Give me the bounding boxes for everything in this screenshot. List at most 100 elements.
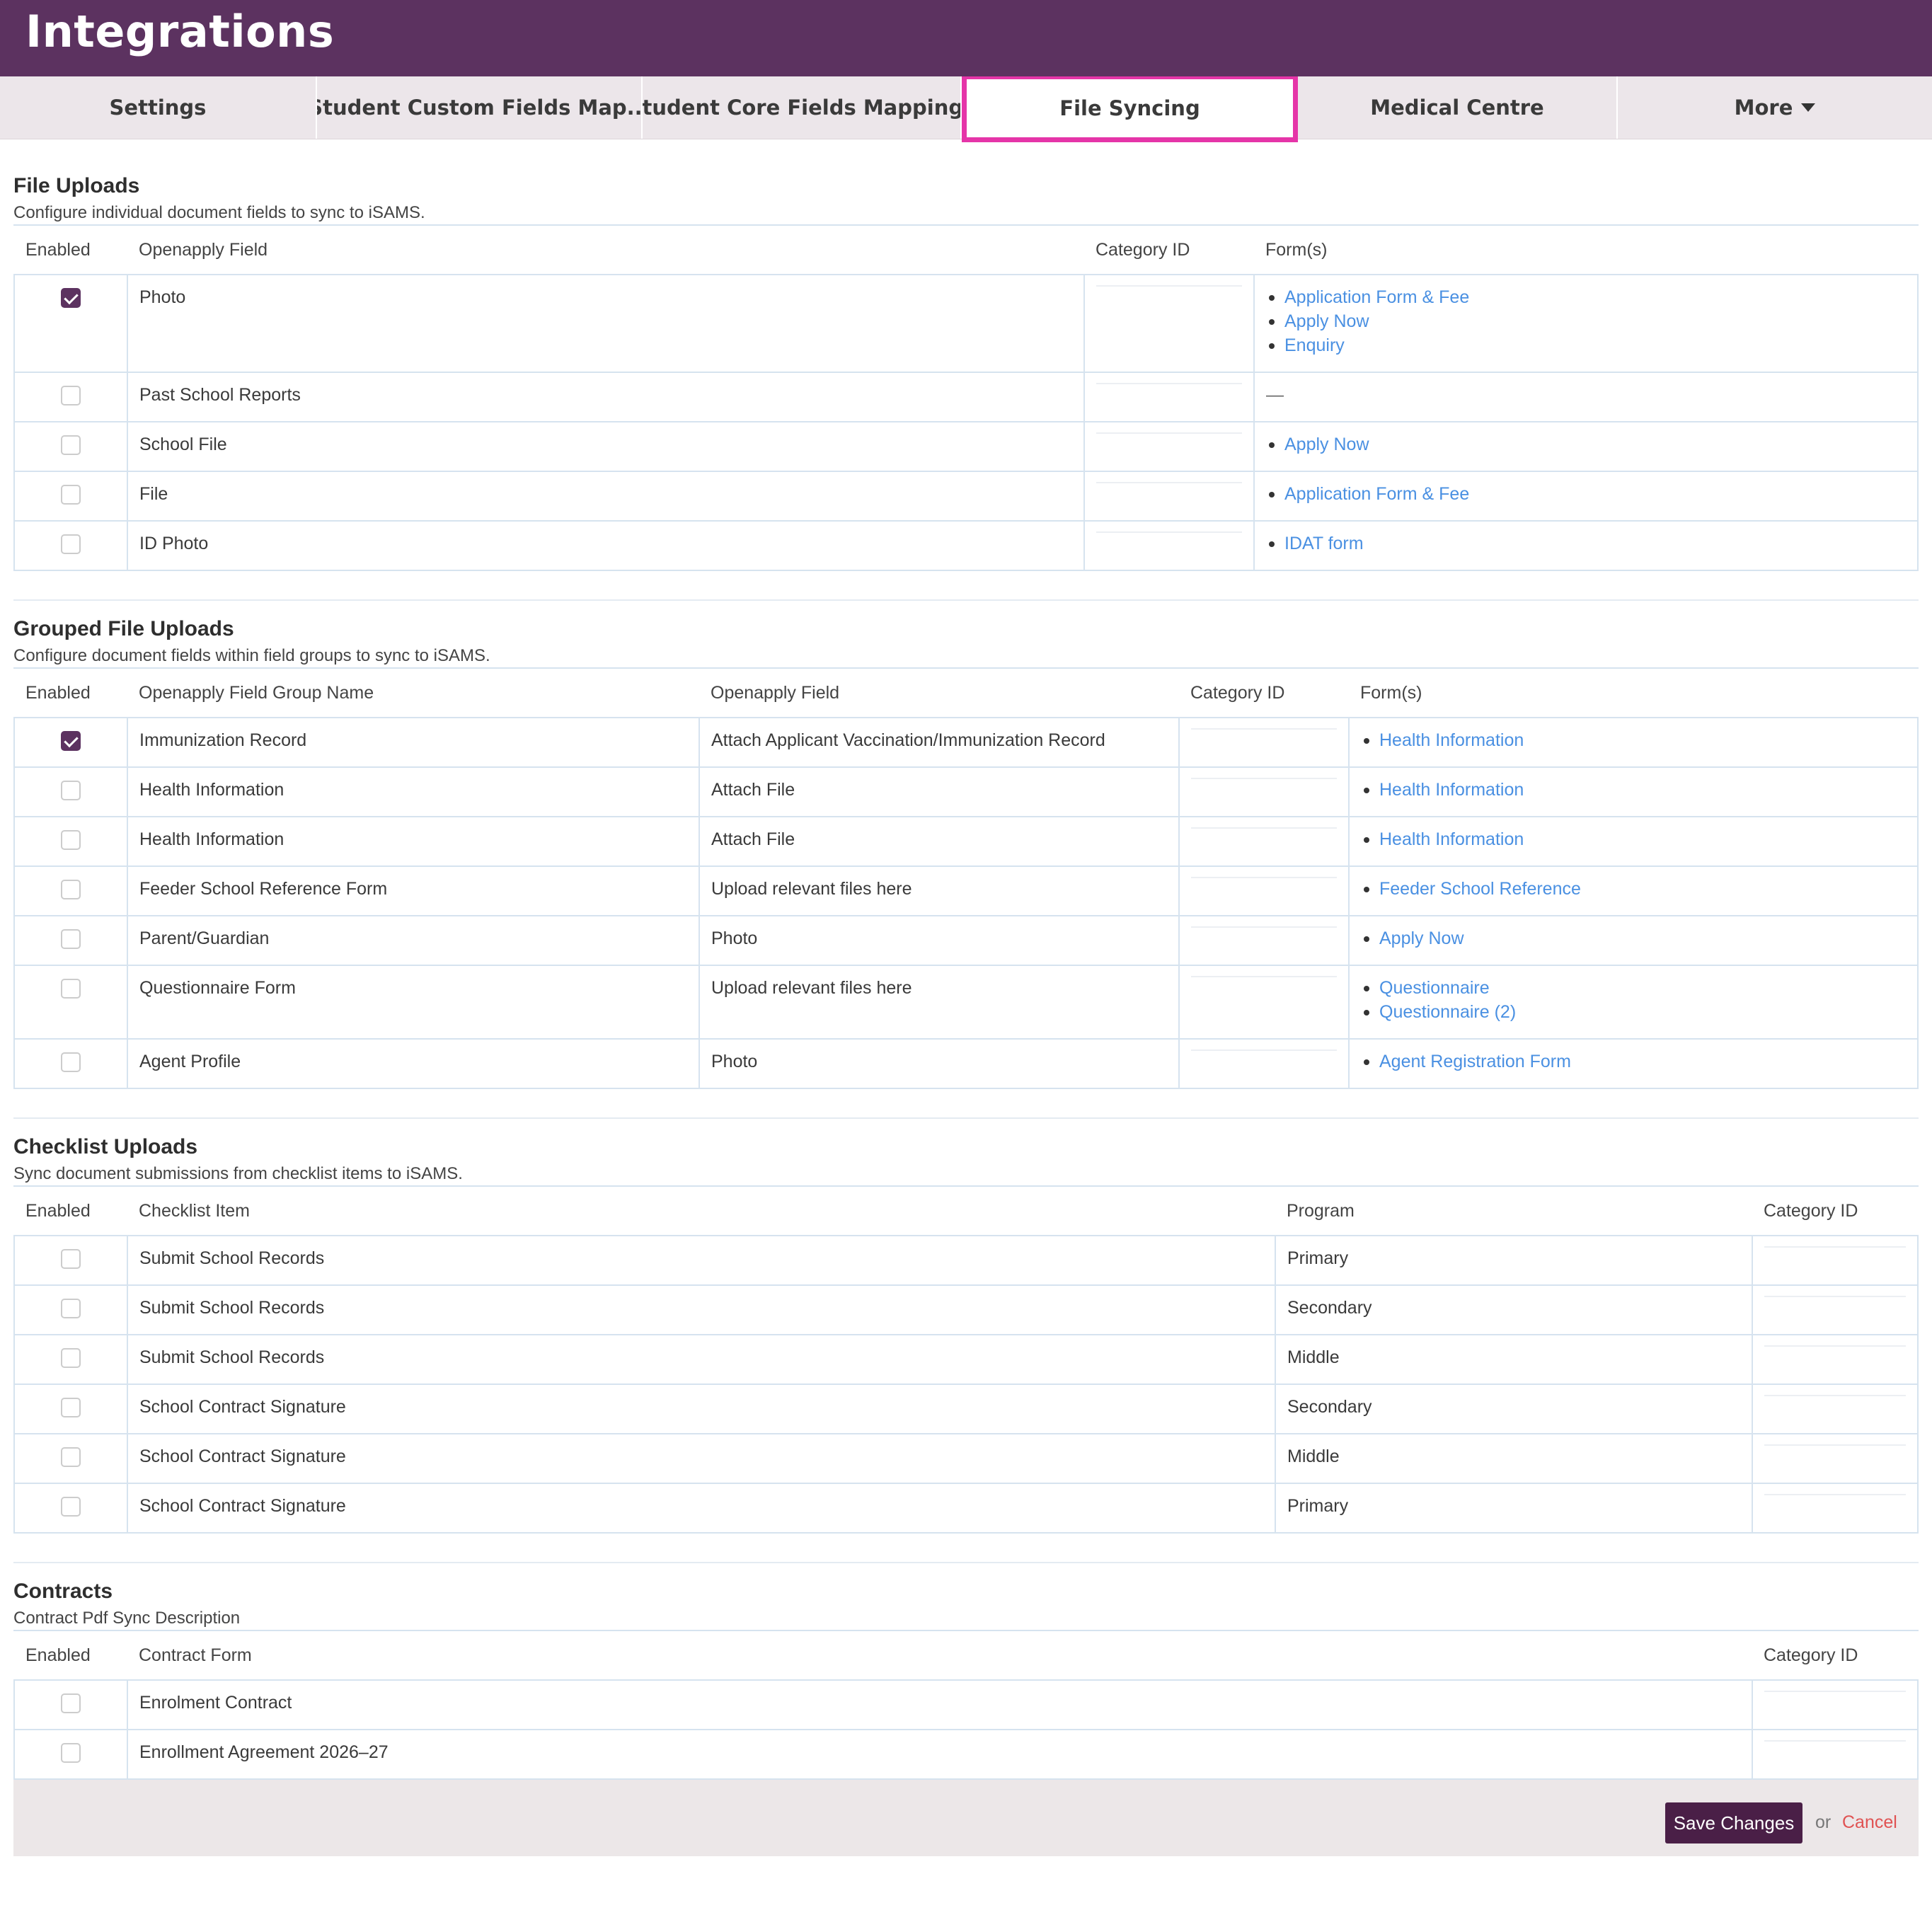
forms-cell: IDAT form: [1253, 520, 1919, 571]
column-header: Openapply Field: [711, 682, 840, 703]
table-row: Health Information Attach File Health Info…: [13, 816, 1919, 867]
field-cell: File: [127, 471, 1085, 522]
category-id-input[interactable]: [1191, 827, 1337, 857]
category-id-input[interactable]: [1096, 383, 1242, 413]
enabled-cell: [13, 965, 128, 1040]
enabled-checkbox[interactable]: [61, 1693, 81, 1713]
category-id-input[interactable]: [1764, 1345, 1906, 1375]
table-row: Past School Reports —: [13, 372, 1919, 422]
category-id-input[interactable]: [1191, 1049, 1337, 1079]
category-id-input[interactable]: [1764, 1395, 1906, 1425]
forms-wrap: Application Form & Fee: [1266, 472, 1906, 506]
tab-medical-centre[interactable]: Medical Centre: [1298, 76, 1618, 139]
enabled-checkbox[interactable]: [61, 1497, 81, 1517]
enabled-checkbox[interactable]: [61, 781, 81, 800]
form-link[interactable]: Health Information: [1361, 728, 1906, 752]
form-link[interactable]: Health Information: [1361, 778, 1906, 802]
enabled-checkbox[interactable]: [61, 880, 81, 899]
group-cell-text: Parent/Guardian: [139, 928, 270, 948]
category-id-input[interactable]: [1191, 926, 1337, 956]
enabled-checkbox[interactable]: [61, 534, 81, 554]
enabled-checkbox[interactable]: [61, 1249, 81, 1269]
category-id-input[interactable]: [1764, 1246, 1906, 1276]
form-link[interactable]: Apply Now: [1266, 309, 1906, 333]
program-cell-text: Secondary: [1287, 1298, 1372, 1318]
category-id-cell: [1083, 372, 1255, 422]
category-id-cell: [1178, 816, 1350, 867]
form-link[interactable]: Application Form & Fee: [1266, 285, 1906, 309]
forms-cell: —: [1253, 372, 1919, 422]
program-cell-text: Secondary: [1287, 1397, 1372, 1417]
category-id-input[interactable]: [1764, 1494, 1906, 1524]
tab-student-custom-fields[interactable]: Student Custom Fields Map...: [317, 76, 643, 139]
enabled-checkbox[interactable]: [61, 1052, 81, 1072]
enabled-checkbox[interactable]: [61, 386, 81, 405]
form-link[interactable]: IDAT form: [1266, 531, 1906, 556]
category-id-input[interactable]: [1191, 877, 1337, 907]
category-id-input[interactable]: [1764, 1444, 1906, 1474]
forms-list: Application Form & Fee: [1266, 482, 1906, 506]
forms-list: Apply Now: [1361, 926, 1906, 950]
forms-wrap: Application Form & Fee Apply Now Enquiry: [1266, 275, 1906, 357]
enabled-checkbox[interactable]: [61, 1348, 81, 1368]
form-link[interactable]: Apply Now: [1266, 432, 1906, 456]
save-changes-button[interactable]: Save Changes: [1665, 1802, 1802, 1843]
category-id-cell: [1752, 1483, 1919, 1534]
category-id-input[interactable]: [1096, 531, 1242, 561]
category-id-input[interactable]: [1096, 482, 1242, 512]
form-link[interactable]: Enquiry: [1266, 333, 1906, 357]
section-divider: [13, 599, 1919, 601]
tab-file-syncing[interactable]: File Syncing: [962, 74, 1298, 142]
enabled-checkbox[interactable]: [61, 288, 81, 308]
category-id-cell: [1178, 915, 1350, 966]
category-id-input[interactable]: [1764, 1296, 1906, 1325]
forms-wrap: Agent Registration Form: [1361, 1040, 1906, 1074]
form-link[interactable]: Health Information: [1361, 827, 1906, 851]
tab-student-core-fields[interactable]: Student Core Fields Mappings: [643, 76, 962, 139]
forms-wrap: Health Information: [1361, 768, 1906, 802]
enabled-checkbox[interactable]: [61, 1398, 81, 1417]
enabled-checkbox[interactable]: [61, 929, 81, 949]
enabled-checkbox[interactable]: [61, 979, 81, 999]
form-link[interactable]: Questionnaire (2): [1361, 1000, 1906, 1024]
contracts-table: Enabled Contract Form Category ID Enrolm…: [13, 1631, 1919, 1780]
category-id-input[interactable]: [1191, 728, 1337, 758]
forms-list: Questionnaire Questionnaire (2): [1361, 976, 1906, 1024]
enabled-cell: [13, 1235, 128, 1286]
contracts-description: Contract Pdf Sync Description: [13, 1607, 1919, 1631]
category-id-input[interactable]: [1764, 1691, 1906, 1720]
form-link[interactable]: Application Form & Fee: [1266, 482, 1906, 506]
cancel-link[interactable]: Cancel: [1842, 1812, 1897, 1833]
form-link[interactable]: Agent Registration Form: [1361, 1049, 1906, 1074]
category-id-input[interactable]: [1764, 1740, 1906, 1770]
category-id-cell: [1178, 766, 1350, 817]
enabled-checkbox[interactable]: [61, 830, 81, 850]
group-cell-text: Health Information: [139, 829, 284, 849]
page-header: Integrations: [0, 0, 1932, 76]
file-uploads-table: Enabled Openapply Field Category ID Form…: [13, 226, 1919, 571]
table-row: School File Apply Now: [13, 421, 1919, 472]
checklist-item-cell-text: School Contract Signature: [139, 1397, 346, 1417]
category-id-input[interactable]: [1191, 976, 1337, 1006]
category-id-cell: [1083, 274, 1255, 373]
enabled-cell: [13, 1384, 128, 1434]
enabled-checkbox[interactable]: [61, 1743, 81, 1763]
form-link[interactable]: Questionnaire: [1361, 976, 1906, 1000]
enabled-checkbox[interactable]: [61, 1447, 81, 1467]
tab-more[interactable]: More: [1618, 76, 1932, 139]
group-cell: Questionnaire Form: [127, 965, 700, 1040]
enabled-checkbox[interactable]: [61, 1299, 81, 1318]
contract-form-cell-text: Enrolment Contract: [139, 1693, 292, 1713]
enabled-checkbox[interactable]: [61, 485, 81, 505]
group-cell-text: Questionnaire Form: [139, 978, 296, 998]
form-link[interactable]: Feeder School Reference: [1361, 877, 1906, 901]
field-cell-text: ID Photo: [139, 534, 209, 553]
enabled-checkbox[interactable]: [61, 435, 81, 455]
tab-settings[interactable]: Settings: [0, 76, 317, 139]
enabled-checkbox[interactable]: [61, 731, 81, 751]
category-id-input[interactable]: [1191, 778, 1337, 807]
category-id-input[interactable]: [1096, 432, 1242, 462]
form-link[interactable]: Apply Now: [1361, 926, 1906, 950]
category-id-input[interactable]: [1096, 285, 1242, 315]
forms-cell: Health Information: [1348, 816, 1919, 867]
